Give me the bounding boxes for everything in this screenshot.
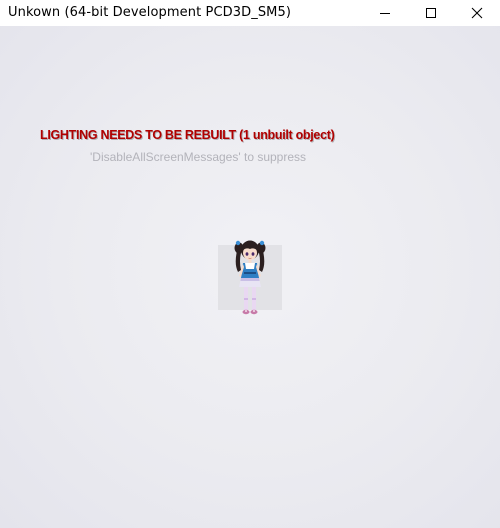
- lighting-warning-message: LIGHTING NEEDS TO BE REBUILT (1 unbuilt …: [40, 128, 335, 142]
- game-viewport[interactable]: LIGHTING NEEDS TO BE REBUILT (1 unbuilt …: [0, 26, 500, 528]
- maximize-button[interactable]: [408, 0, 454, 26]
- app-window: Unkown (64-bit Development PCD3D_SM5) LI…: [0, 0, 500, 528]
- maximize-icon: [426, 8, 436, 18]
- title-bar[interactable]: Unkown (64-bit Development PCD3D_SM5): [0, 0, 500, 26]
- anime-girl-character: [234, 240, 266, 315]
- close-button[interactable]: [454, 0, 500, 26]
- minimize-icon: [380, 13, 390, 14]
- close-icon: [471, 7, 483, 19]
- window-title: Unkown (64-bit Development PCD3D_SM5): [8, 5, 292, 20]
- minimize-button[interactable]: [362, 0, 408, 26]
- suppress-hint-message: 'DisableAllScreenMessages' to suppress: [90, 150, 307, 164]
